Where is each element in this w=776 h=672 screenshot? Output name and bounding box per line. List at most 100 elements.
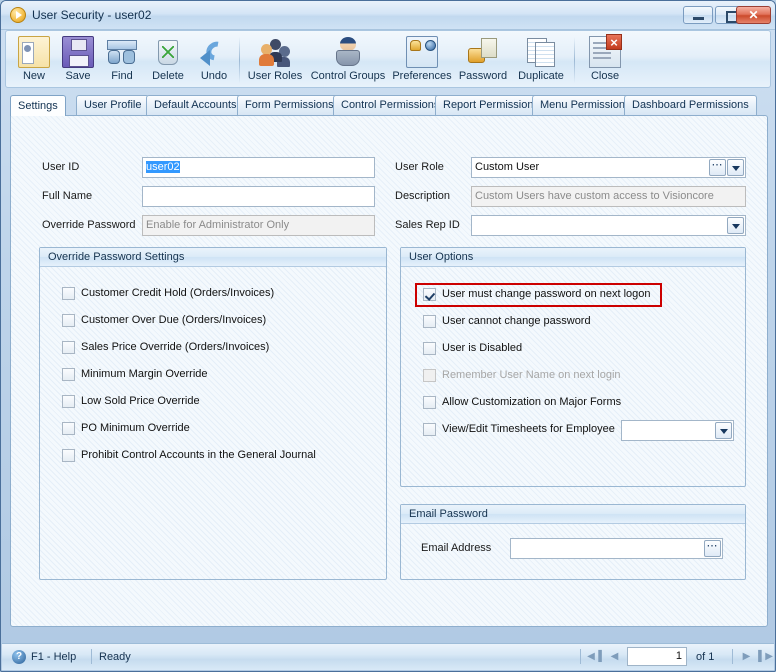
help-text[interactable]: F1 - Help: [31, 650, 76, 664]
toolbar-save-button[interactable]: Save: [56, 33, 100, 87]
po-minimum-override-label: PO Minimum Override: [81, 422, 190, 434]
prohibit-control-accounts-checkbox[interactable]: [62, 449, 75, 462]
toolbar-user-roles-label: User Roles: [247, 70, 303, 82]
override-password-label: Override Password: [42, 219, 136, 231]
tab-report-permissions[interactable]: Report Permissions: [435, 95, 547, 115]
control-groups-icon: [332, 36, 364, 68]
tab-settings[interactable]: Settings: [10, 95, 66, 116]
tab-dashboard-permissions[interactable]: Dashboard Permissions: [624, 95, 757, 115]
user-security-window: User Security - user02 ✕ New Save Find D…: [0, 0, 776, 672]
view-edit-timesheets-checkbox[interactable]: [423, 423, 436, 436]
description-input: Custom Users have custom access to Visio…: [471, 186, 746, 207]
toolbar-new-button[interactable]: New: [12, 33, 56, 87]
override-password-input: Enable for Administrator Only: [142, 215, 375, 236]
toolbar-undo-label: Undo: [200, 70, 228, 82]
user-role-value: Custom User: [475, 161, 540, 173]
customer-credit-hold-checkbox[interactable]: [62, 287, 75, 300]
nav-last-button[interactable]: ▌▶: [757, 649, 774, 665]
delete-recycle-bin-icon: [152, 36, 184, 68]
allow-customization-checkbox[interactable]: [423, 396, 436, 409]
toolbar-duplicate-button[interactable]: Duplicate: [512, 33, 570, 87]
description-label: Description: [395, 190, 451, 202]
toolbar-password-button[interactable]: Password: [454, 33, 512, 87]
email-address-browse-button[interactable]: ⋯: [704, 540, 721, 557]
view-edit-timesheets-label: View/Edit Timesheets for Employee: [442, 423, 615, 435]
remember-user-name-checkbox: [423, 369, 436, 382]
email-password-group: Email Password Email Address ⋯: [400, 504, 746, 580]
user-options-title: User Options: [401, 248, 745, 267]
toolbar-delete-label: Delete: [152, 70, 184, 82]
toolbar-find-label: Find: [111, 70, 133, 82]
toolbar-close-button[interactable]: Close: [580, 33, 630, 87]
tab-menu-permissions[interactable]: Menu Permissions: [532, 95, 639, 115]
sales-rep-combo[interactable]: [471, 215, 746, 236]
tab-strip: Settings User Profile Default Accounts F…: [10, 95, 768, 116]
email-password-title: Email Password: [401, 505, 745, 524]
customer-over-due-label: Customer Over Due (Orders/Invoices): [81, 314, 267, 326]
duplicate-pages-icon: [525, 36, 557, 68]
tab-control-permissions[interactable]: Control Permissions: [333, 95, 448, 115]
toolbar-preferences-label: Preferences: [392, 70, 452, 82]
cannot-change-password-checkbox[interactable]: [423, 315, 436, 328]
close-window-icon: [589, 34, 622, 68]
toolbar-new-label: New: [22, 70, 45, 82]
customer-over-due-checkbox[interactable]: [62, 314, 75, 327]
app-play-icon: [10, 7, 26, 23]
toolbar-preferences-button[interactable]: Preferences: [390, 33, 454, 87]
override-password-settings-title: Override Password Settings: [40, 248, 386, 267]
toolbar-save-label: Save: [65, 70, 91, 82]
remember-user-name-label: Remember User Name on next login: [442, 369, 621, 381]
record-count-label: of 1: [696, 651, 715, 663]
record-number-input[interactable]: 1: [627, 647, 687, 666]
tab-form-permissions[interactable]: Form Permissions: [237, 95, 342, 115]
status-separator: [91, 649, 92, 664]
help-question-icon[interactable]: ?: [12, 650, 26, 664]
password-lock-icon: [467, 36, 499, 68]
toolbar-control-groups-label: Control Groups: [310, 70, 386, 82]
status-bar: ? F1 - Help Ready ◀▐ ◀ 1 of 1 ▶ ▌▶: [2, 643, 774, 670]
po-minimum-override-checkbox[interactable]: [62, 422, 75, 435]
undo-arrow-icon: [198, 36, 230, 68]
save-floppy-icon: [62, 36, 94, 68]
timesheet-employee-combo[interactable]: [621, 420, 734, 441]
user-role-browse-button[interactable]: ⋯: [709, 159, 726, 176]
sales-price-override-checkbox[interactable]: [62, 341, 75, 354]
timesheet-employee-dropdown-arrow[interactable]: [715, 422, 732, 439]
toolbar-separator-2: [574, 37, 575, 83]
allow-customization-label: Allow Customization on Major Forms: [442, 396, 622, 408]
nav-next-button[interactable]: ▶: [738, 649, 755, 665]
tab-user-profile[interactable]: User Profile: [76, 95, 150, 115]
toolbar-close-label: Close: [590, 70, 620, 82]
toolbar-control-groups-button[interactable]: Control Groups: [306, 33, 390, 87]
user-role-dropdown-arrow[interactable]: [727, 159, 744, 176]
full-name-input[interactable]: [142, 186, 375, 207]
tab-default-accounts[interactable]: Default Accounts: [146, 95, 245, 115]
close-window-button[interactable]: ✕: [736, 6, 771, 24]
minimize-button[interactable]: [683, 6, 713, 24]
user-role-label: User Role: [395, 161, 444, 173]
window-title: User Security - user02: [32, 8, 152, 22]
user-roles-icon: [259, 36, 291, 68]
nav-separator-left: [580, 649, 581, 664]
low-sold-price-override-checkbox[interactable]: [62, 395, 75, 408]
user-id-input[interactable]: user02: [142, 157, 375, 178]
user-role-combo[interactable]: Custom User ⋯: [471, 157, 746, 178]
low-sold-price-override-label: Low Sold Price Override: [81, 395, 200, 407]
toolbar-undo-button[interactable]: Undo: [192, 33, 236, 87]
must-change-password-label: User must change password on next logon: [442, 288, 651, 300]
toolbar-delete-button[interactable]: Delete: [144, 33, 192, 87]
preferences-icon: [406, 36, 438, 68]
new-record-icon: [18, 36, 50, 68]
must-change-password-checkbox[interactable]: [423, 288, 436, 301]
sales-rep-dropdown-arrow[interactable]: [727, 217, 744, 234]
user-id-label: User ID: [42, 161, 80, 173]
minimum-margin-override-checkbox[interactable]: [62, 368, 75, 381]
user-disabled-checkbox[interactable]: [423, 342, 436, 355]
email-address-input[interactable]: ⋯: [510, 538, 723, 559]
title-bar: User Security - user02 ✕: [1, 1, 775, 30]
nav-prev-button[interactable]: ◀: [606, 649, 623, 665]
toolbar-user-roles-button[interactable]: User Roles: [244, 33, 306, 87]
nav-separator-right: [732, 649, 733, 664]
nav-first-button[interactable]: ◀▐: [586, 649, 603, 665]
toolbar-find-button[interactable]: Find: [100, 33, 144, 87]
